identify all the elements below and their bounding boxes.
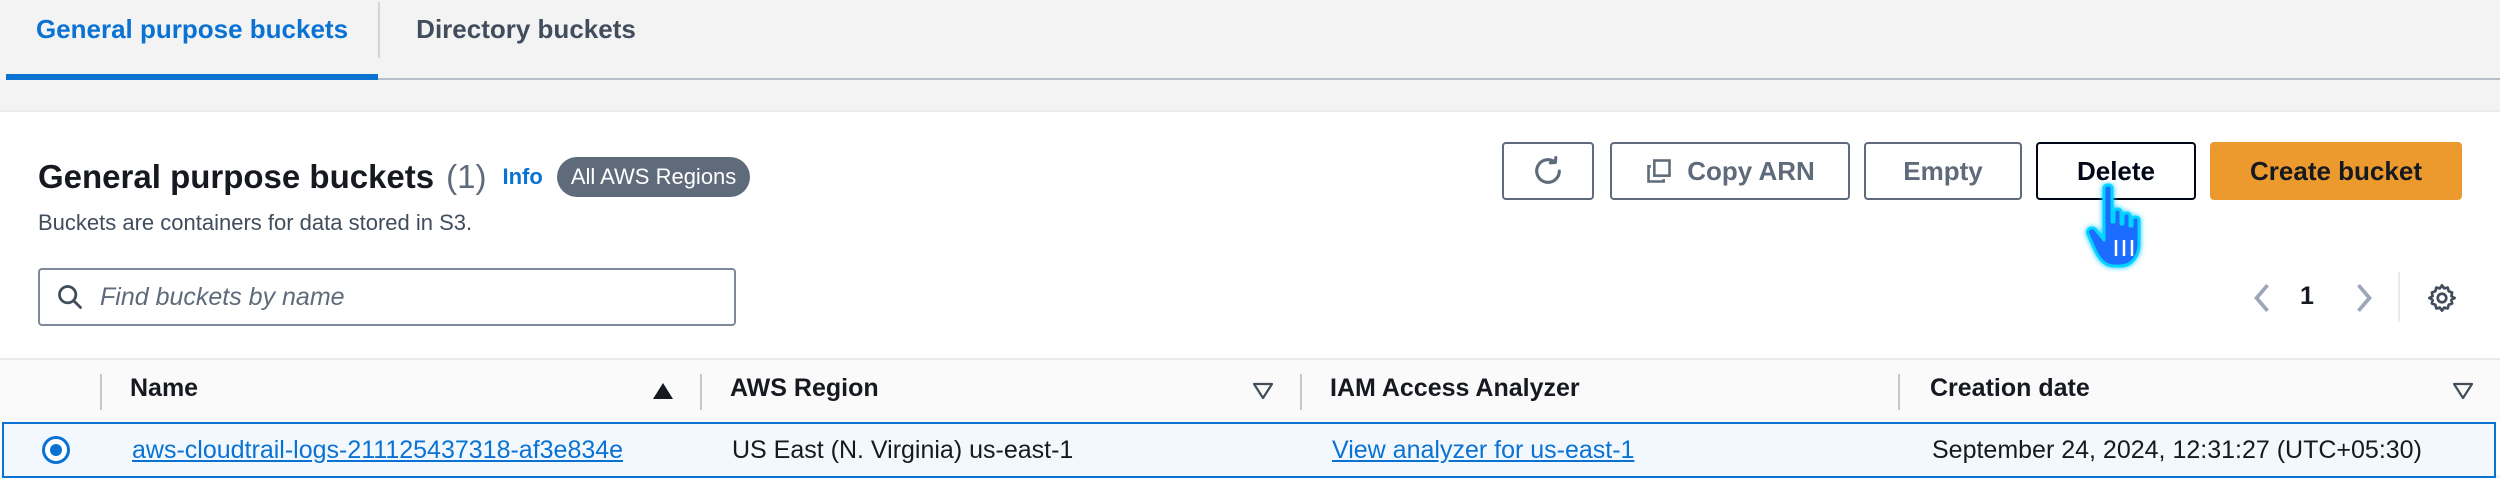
sort-icon[interactable] — [2452, 382, 2474, 400]
tab-label: General purpose buckets — [35, 14, 349, 44]
previous-page-button[interactable] — [2244, 280, 2280, 316]
row-select-radio[interactable] — [42, 436, 70, 464]
tabs-baseline — [6, 78, 2500, 80]
tab-label: Directory buckets — [416, 14, 636, 44]
buckets-panel: General purpose buckets (1) Info All AWS… — [0, 110, 2500, 478]
bucket-count: (1) — [446, 158, 487, 195]
copy-arn-label: Copy ARN — [1687, 155, 1815, 186]
table-row[interactable]: aws-cloudtrail-logs-211125437318-af3e834… — [2, 422, 2496, 478]
bucket-type-tabs: General purpose buckets Directory bucket… — [0, 0, 2500, 80]
empty-label: Empty — [1903, 155, 1983, 186]
bucket-name-link[interactable]: aws-cloudtrail-logs-211125437318-af3e834… — [132, 436, 623, 465]
delete-label: Delete — [2076, 155, 2156, 186]
chevron-left-icon — [2254, 283, 2269, 313]
tab-general-purpose-buckets[interactable]: General purpose buckets — [6, 0, 378, 78]
sort-icon[interactable] — [1252, 382, 1274, 400]
region-badge: All AWS Regions — [556, 157, 751, 197]
search-box — [38, 268, 736, 326]
current-page-number[interactable]: 1 — [2300, 282, 2314, 311]
active-tab-indicator — [6, 74, 378, 80]
refresh-button[interactable] — [1502, 142, 1594, 200]
sort-ascending-icon[interactable] — [652, 382, 674, 400]
page-title: General purpose buckets — [38, 158, 435, 195]
view-analyzer-link[interactable]: View analyzer for us-east-1 — [1332, 436, 1634, 465]
tab-directory-buckets[interactable]: Directory buckets — [380, 0, 672, 78]
bucket-region: US East (N. Virginia) us-east-1 — [732, 436, 1074, 464]
column-header-name[interactable]: Name — [130, 374, 198, 403]
bucket-creation-date: September 24, 2024, 12:31:27 (UTC+05:30) — [1932, 436, 2422, 464]
table-header: Name AWS Region IAM Access Analyzer Crea… — [0, 358, 2500, 422]
empty-button[interactable]: Empty — [1864, 142, 2022, 200]
gear-icon — [2428, 284, 2456, 312]
column-header-iam-access-analyzer[interactable]: IAM Access Analyzer — [1330, 374, 1580, 403]
search-input[interactable] — [98, 281, 702, 313]
next-page-button[interactable] — [2346, 280, 2382, 316]
column-header-aws-region[interactable]: AWS Region — [730, 374, 879, 403]
chevron-right-icon — [2357, 283, 2372, 313]
delete-button[interactable]: Delete — [2036, 142, 2196, 200]
panel-description: Buckets are containers for data stored i… — [38, 210, 473, 235]
copy-icon — [1645, 157, 1673, 185]
refresh-icon — [1535, 155, 1561, 184]
copy-arn-button[interactable]: Copy ARN — [1610, 142, 1850, 200]
info-link[interactable]: Info — [502, 164, 542, 190]
radio-selected-dot — [50, 444, 62, 456]
column-separator — [100, 374, 102, 410]
panel-header: General purpose buckets (1) Info All AWS… — [38, 152, 751, 202]
column-header-creation-date[interactable]: Creation date — [1930, 374, 2090, 403]
column-separator[interactable] — [1300, 374, 1302, 410]
create-bucket-button[interactable]: Create bucket — [2210, 142, 2462, 200]
search-icon — [56, 283, 84, 311]
table-preferences-button[interactable] — [2422, 278, 2462, 318]
create-bucket-label: Create bucket — [2250, 155, 2422, 186]
column-separator[interactable] — [1898, 374, 1900, 410]
pagination-divider — [2398, 272, 2400, 322]
column-separator[interactable] — [700, 374, 702, 410]
